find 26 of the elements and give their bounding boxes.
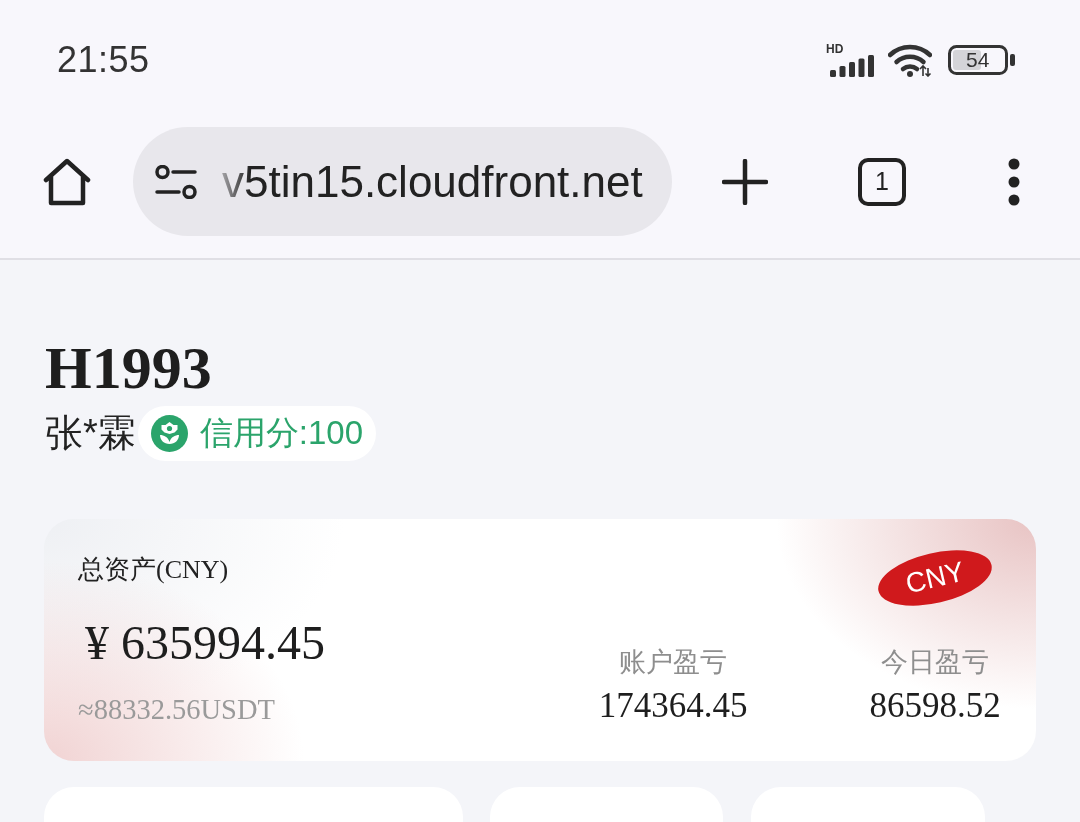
clock-time: 21:55 xyxy=(57,39,150,81)
more-button[interactable] xyxy=(1006,156,1022,207)
stat-value: 174364.45 xyxy=(598,685,748,727)
more-icon xyxy=(1008,157,1020,206)
flower-icon xyxy=(150,415,188,452)
stat-label: 账户盈亏 xyxy=(619,646,727,679)
total-amount: ¥ 635994.45 xyxy=(85,615,325,671)
new-tab-button[interactable] xyxy=(720,156,770,207)
address-bar[interactable]: v5tin15.cloudfront.net xyxy=(133,127,672,236)
home-icon xyxy=(42,157,92,206)
signal-icon xyxy=(830,54,874,77)
wifi-icon xyxy=(888,43,932,77)
usdt-equivalent: ≈88332.56USDT xyxy=(78,693,275,727)
account-title: H1993 xyxy=(45,338,212,398)
asset-label: 总资产(CNY) xyxy=(78,554,229,586)
stat-value: 86598.52 xyxy=(869,685,1001,727)
user-name: 张*霖 xyxy=(45,411,136,456)
sliders-icon[interactable] xyxy=(155,164,197,199)
battery-icon xyxy=(948,45,1016,75)
network-type-label: HD xyxy=(826,43,844,55)
tab-switcher-button[interactable]: 1 xyxy=(858,157,906,206)
credit-score-text: 信用分:100 xyxy=(199,413,364,453)
url-text: v5tin15.cloudfront.net xyxy=(222,156,643,207)
stat-label: 今日盈亏 xyxy=(881,646,989,679)
plus-icon xyxy=(722,158,768,205)
battery-percentage: 54 xyxy=(966,49,990,71)
